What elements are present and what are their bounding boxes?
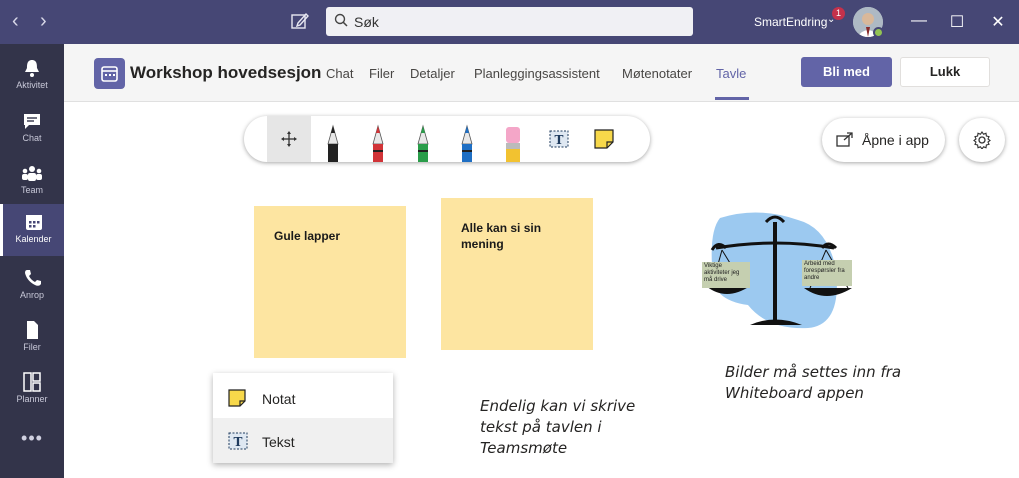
settings-button[interactable] (959, 118, 1005, 162)
rail-label: Planner (16, 394, 48, 404)
compose-icon[interactable] (290, 11, 310, 31)
chat-icon (24, 114, 40, 129)
rail-item-chat[interactable]: Chat (0, 103, 64, 155)
rail-label: Kalender (15, 234, 52, 244)
status-available-icon (873, 27, 884, 38)
text-tool[interactable]: T (537, 116, 581, 162)
calendar-icon (25, 215, 42, 230)
sticky-note[interactable]: Alle kan si sin mening (441, 198, 593, 350)
rail-label: Anrop (19, 290, 45, 300)
blue-pen-icon (461, 124, 473, 162)
scale-label-right: Arbeid med forespørsler fra andre (802, 260, 852, 286)
move-tool[interactable] (267, 116, 311, 162)
rail-label: Filer (23, 342, 41, 352)
eraser-tool[interactable] (491, 116, 535, 162)
close-button[interactable]: Lukk (900, 57, 990, 87)
rail-item-anrop[interactable]: Anrop (0, 260, 64, 312)
green-pen-tool[interactable] (401, 116, 445, 162)
minimize-icon[interactable]: — (909, 12, 929, 30)
tab-chat[interactable]: Chat (326, 66, 353, 81)
open-external-icon (836, 132, 853, 147)
title-bar: ‹ › Søk SmartEndring ⌄ 1 — ☐ ✕ (0, 0, 1019, 44)
forward-arrow-icon[interactable]: › (40, 10, 47, 32)
active-tab-indicator (715, 97, 749, 100)
page-title: Workshop hovedsesjon (130, 63, 322, 82)
note-icon (594, 129, 614, 149)
svg-text:T: T (234, 435, 243, 449)
text-icon: T (549, 130, 569, 148)
tab-planleggingsassistent[interactable]: Planleggingsassistent (474, 66, 600, 81)
tab-motenotater[interactable]: Møtenotater (622, 66, 692, 81)
blue-pen-tool[interactable] (445, 116, 489, 162)
phone-icon (25, 270, 41, 286)
menu-item-tekst[interactable]: T Tekst (213, 418, 393, 463)
open-in-app-label: Åpne i app (862, 132, 929, 148)
handwritten-text[interactable]: Bilder må settes inn fra Whiteboard appe… (725, 362, 935, 404)
sticky-note[interactable]: Gule lapper (254, 206, 406, 358)
red-pen-icon (372, 124, 384, 162)
green-pen-icon (417, 124, 429, 162)
rail-item-aktivitet[interactable]: Aktivitet (0, 50, 64, 102)
menu-item-notat[interactable]: Notat (213, 375, 393, 420)
meeting-calendar-icon (94, 58, 125, 89)
ink-toolbar: T (244, 116, 650, 162)
sticky-note-text: Gule lapper (274, 229, 341, 243)
back-arrow-icon[interactable]: ‹ (12, 10, 19, 32)
org-name[interactable]: SmartEndring (754, 15, 827, 29)
note-icon (228, 389, 246, 407)
menu-item-label: Tekst (262, 434, 295, 450)
svg-text:T: T (555, 133, 564, 147)
open-in-app-button[interactable]: Åpne i app (822, 118, 945, 162)
rail-item-team[interactable]: Team (0, 155, 64, 207)
notification-badge: 1 (832, 7, 845, 20)
rail-item-planner[interactable]: Planner (0, 364, 64, 416)
app-rail: Aktivitet Chat Team Kalender Anrop Filer… (0, 44, 64, 478)
gear-icon (973, 131, 991, 149)
eraser-icon (506, 127, 520, 162)
team-icon (22, 166, 42, 181)
tab-tavle[interactable]: Tavle (716, 66, 746, 81)
maximize-icon[interactable]: ☐ (947, 12, 967, 32)
sticky-note-text: Alle kan si sin mening (461, 221, 542, 251)
rail-label: Aktivitet (16, 80, 48, 90)
rail-item-filer[interactable]: Filer (0, 312, 64, 364)
black-pen-icon (327, 124, 339, 162)
join-button[interactable]: Bli med (801, 57, 892, 87)
rail-label: Chat (22, 133, 42, 143)
search-placeholder: Søk (354, 14, 379, 30)
bell-icon (25, 60, 39, 77)
meeting-header: Workshop hovedsesjon Chat Filer Detaljer… (64, 44, 1019, 102)
file-icon (27, 321, 38, 339)
rail-item-kalender[interactable]: Kalender (0, 204, 64, 256)
planner-icon (23, 372, 41, 392)
rail-label: Team (20, 185, 43, 195)
insert-menu: Notat T Tekst (213, 373, 393, 463)
tab-detaljer[interactable]: Detaljer (410, 66, 455, 81)
text-icon: T (228, 432, 248, 450)
close-window-icon[interactable]: ✕ (988, 12, 1008, 32)
scale-image[interactable]: Viktige aktiviteter jeg må drive Arbeid … (698, 210, 858, 335)
handwritten-text[interactable]: Endelig kan vi skrive tekst på tavlen i … (480, 396, 650, 459)
more-apps-button[interactable]: ••• (0, 428, 64, 449)
note-tool[interactable] (582, 116, 626, 162)
search-icon (334, 13, 348, 27)
search-input[interactable]: Søk (326, 7, 693, 36)
black-pen-tool[interactable] (311, 116, 355, 162)
scale-label-left: Viktige aktiviteter jeg må drive (702, 262, 750, 288)
red-pen-tool[interactable] (356, 116, 400, 162)
menu-item-label: Notat (262, 391, 296, 407)
move-icon (281, 131, 297, 147)
tab-filer[interactable]: Filer (369, 66, 394, 81)
